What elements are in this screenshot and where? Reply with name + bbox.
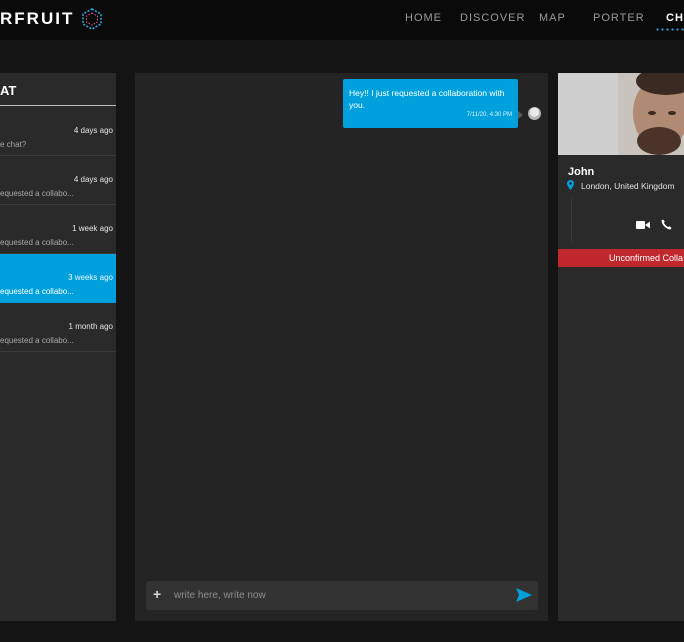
send-icon[interactable] <box>516 588 532 602</box>
conversation-preview: equested a collabo... <box>0 189 74 198</box>
nav-chat[interactable]: CHA <box>666 12 684 24</box>
brand-logo-text[interactable]: RFRUIT <box>0 9 74 29</box>
status-text: Unconfirmed Colla <box>609 253 684 263</box>
message-bubble: Hey!! I just requested a collaboration w… <box>343 79 518 128</box>
profile-location: London, United Kingdom <box>581 181 675 191</box>
video-camera-icon[interactable] <box>636 220 650 230</box>
message-text: Hey!! I just requested a collaboration w… <box>349 88 505 110</box>
top-navbar: RFRUIT HOME DISCOVER MAP PORTER CHA <box>0 0 684 40</box>
conversation-item-active[interactable]: 3 weeks ago equested a collabo... <box>0 254 116 303</box>
conversation-item[interactable]: 4 days ago e chat? <box>0 107 116 156</box>
title-divider <box>0 105 116 106</box>
message-tail <box>518 111 523 119</box>
conversation-time: 1 week ago <box>72 224 113 233</box>
nav-porter[interactable]: PORTER <box>593 12 645 24</box>
conversation-list: 4 days ago e chat? 4 days ago equested a… <box>0 107 116 352</box>
status-badge: Unconfirmed Colla <box>558 249 684 267</box>
message-input[interactable] <box>174 585 504 606</box>
conversation-item[interactable]: 1 month ago equested a collabo... <box>0 303 116 352</box>
message-timestamp: 7/11/20, 4:30 PM <box>466 112 512 118</box>
conversation-preview: equested a collabo... <box>0 287 74 296</box>
profile-photo <box>558 73 684 155</box>
avatar[interactable] <box>528 107 541 120</box>
conversation-item[interactable]: 4 days ago equested a collabo... <box>0 156 116 205</box>
chat-panel: Hey!! I just requested a collaboration w… <box>135 73 548 621</box>
profile-name: John <box>568 166 595 178</box>
conversation-time: 4 days ago <box>73 175 113 184</box>
phone-icon[interactable] <box>661 219 672 230</box>
conversation-preview: equested a collabo... <box>0 238 74 247</box>
profile-card: John London, United Kingdom Unconfirmed … <box>558 73 684 621</box>
divider <box>571 197 572 242</box>
conversation-preview: e chat? <box>0 140 27 149</box>
conversation-list-panel: AT 4 days ago e chat? 4 days ago equeste… <box>0 73 116 621</box>
conversation-item[interactable]: 1 week ago equested a collabo... <box>0 205 116 254</box>
conversation-time: 3 weeks ago <box>68 273 113 282</box>
plus-icon[interactable]: + <box>153 587 161 601</box>
nav-discover[interactable]: DISCOVER <box>460 12 525 24</box>
conversation-time: 1 month ago <box>68 322 113 331</box>
nav-map[interactable]: MAP <box>539 12 566 24</box>
location-pin-icon <box>567 180 574 190</box>
hexagon-logo-icon <box>82 8 102 30</box>
nav-active-indicator <box>655 28 684 31</box>
conversation-preview: equested a collabo... <box>0 336 74 345</box>
conversation-list-title: AT <box>0 83 17 98</box>
nav-home[interactable]: HOME <box>405 12 442 24</box>
conversation-time: 4 days ago <box>73 126 113 135</box>
message-composer: + <box>146 581 538 610</box>
